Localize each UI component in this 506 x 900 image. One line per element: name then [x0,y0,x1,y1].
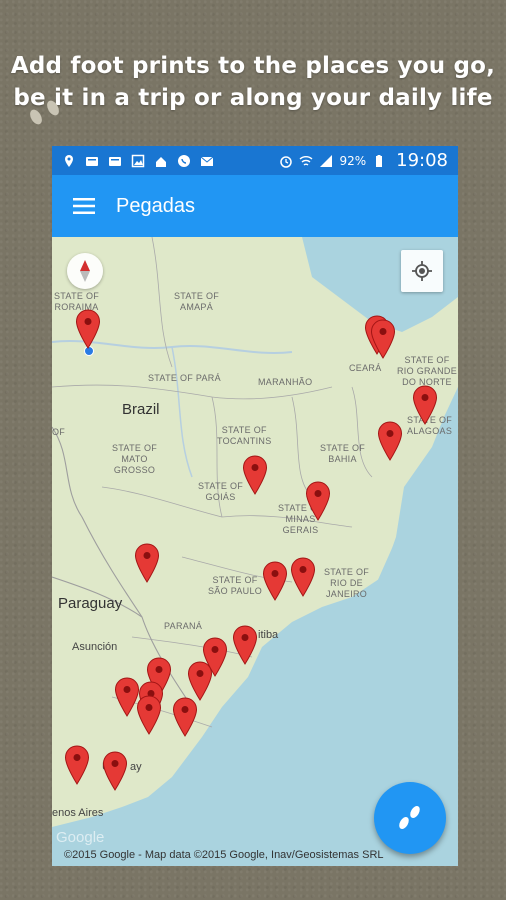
alarm-icon [280,155,293,168]
state-label: STATE OF AMAPÁ [174,291,220,312]
map-marker[interactable] [242,455,268,495]
map-marker[interactable] [305,481,331,521]
footprints-icon [399,806,420,829]
state-label: PARANÁ [164,621,203,631]
system-status: 92% 19:08 [279,150,448,171]
country-label-brazil: Brazil [122,401,160,418]
app-toolbar: Pegadas [52,175,458,237]
state-label: STATE OF BAHIA [320,443,366,464]
map-view[interactable]: STATE OF RORAIMA STATE OF AMAPÁ STATE OF P… [52,237,458,866]
map-marker[interactable] [202,637,228,677]
map-marker[interactable] [232,625,258,665]
state-label: STATE OF PARÁ [148,373,221,383]
state-label: STATE OF GOIÁS [198,481,244,502]
app-title: Pegadas [116,194,195,217]
map-attribution: ©2015 Google - Map data ©2015 Google, In… [64,849,384,861]
map-marker[interactable] [102,751,128,791]
map-marker[interactable] [412,385,438,425]
map-marker[interactable] [377,421,403,461]
battery-icon [376,154,383,167]
google-logo: Google [56,829,105,846]
sync-icon [156,156,166,167]
footprint-decoration-icon [30,100,59,125]
promo-caption: Add foot prints to the places you go, be… [0,50,506,114]
signal-icon [320,154,333,167]
state-label: CEARÁ [349,363,382,373]
map-marker[interactable] [172,697,198,737]
compass-button[interactable] [67,253,103,289]
hamburger-menu-button[interactable] [52,175,116,237]
state-label: STATE OF RIO GRANDE DO NORTE [397,355,458,387]
state-label: STATE OF TOCANTINS [217,425,272,446]
gallery-icon [131,154,145,167]
city-label: itiba [258,629,279,641]
phone-screen: 92% 19:08 Pegadas STATE OF RORAIMA STATE… [52,146,458,866]
status-clock: 19:08 [396,150,448,171]
status-bar: 92% 19:08 [52,146,458,175]
map-marker[interactable] [262,561,288,601]
map-marker[interactable] [134,543,160,583]
my-location-button[interactable] [401,250,443,292]
city-label: ay [130,761,142,773]
state-label: STATE OF MATO GROSSO [112,443,158,475]
country-label-paraguay: Paraguay [58,595,123,612]
mail-icon [200,156,214,166]
state-label: MARANHÃO [258,377,313,387]
city-label: Asunción [72,641,118,653]
crosshair-icon [412,261,432,281]
location-icon [65,154,73,167]
state-label: OF [52,427,66,437]
voicemail-icon [86,156,98,166]
city-label: enos Aires [52,807,104,819]
wifi-icon [299,155,313,166]
state-label: STATE OF RIO DE JANEIRO [324,567,370,599]
battery-percent: 92% [339,153,367,168]
caption-line-2: be it in a trip or along your daily life [13,85,493,111]
caption-line-1: Add foot prints to the places you go, [10,53,496,79]
compass-icon [80,260,90,282]
voicemail-icon [109,156,121,166]
map-marker[interactable] [64,745,90,785]
state-label: STATE OF SÃO PAULO [208,575,263,596]
hamburger-menu-icon [73,198,95,214]
add-footprint-button[interactable] [374,782,446,854]
map-marker[interactable] [75,309,101,349]
map-marker[interactable] [136,695,162,735]
whatsapp-icon [178,154,190,167]
map-marker[interactable] [290,557,316,597]
notification-icons [62,154,214,168]
map-marker[interactable] [370,319,396,359]
